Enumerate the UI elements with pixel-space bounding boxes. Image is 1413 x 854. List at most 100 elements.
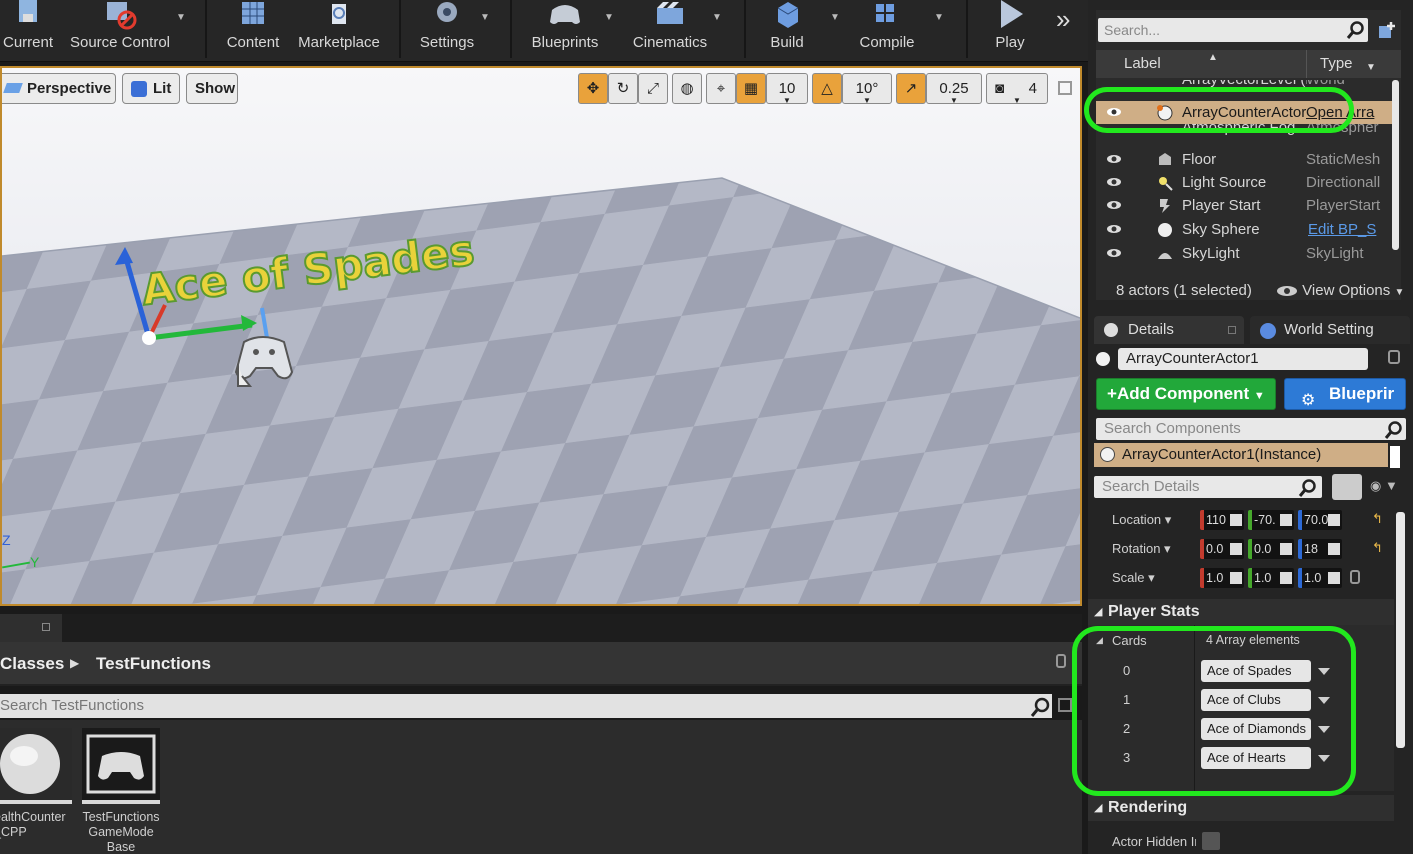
toolbar-overflow-icon[interactable]: » <box>1056 4 1070 35</box>
add-component-button[interactable]: +Add Component ▼ <box>1096 378 1276 410</box>
outliner-row-light-source[interactable]: Light Source Directionall <box>1096 171 1392 194</box>
edit-blueprint-link[interactable]: Edit BP_S <box>1308 218 1392 241</box>
column-label-header[interactable]: Label <box>1124 50 1161 78</box>
toolbar-label-source-control: Source Control <box>69 34 171 51</box>
lit-label: Lit <box>153 80 172 97</box>
blueprints-button[interactable]: Blueprints <box>524 0 606 60</box>
cinematics-dropdown-icon[interactable]: ▼ <box>712 12 722 23</box>
rotation-snap-toggle[interactable]: △ <box>812 73 842 104</box>
tab-close-icon[interactable] <box>1228 326 1236 334</box>
scale-y-field[interactable]: 1.0 <box>1248 568 1294 588</box>
tab-close-icon[interactable] <box>42 623 50 631</box>
cinematics-button[interactable]: Cinematics <box>628 0 712 60</box>
search-details-input[interactable]: Search Details <box>1094 476 1322 498</box>
show-button[interactable]: Show <box>186 73 238 104</box>
breadcrumb-classes[interactable]: Classes <box>0 654 64 674</box>
rotation-x-field[interactable]: 0.0 <box>1200 539 1244 559</box>
source-control-dropdown-icon[interactable]: ▼ <box>176 12 186 23</box>
visibility-eye-icon[interactable] <box>1106 154 1122 164</box>
build-button[interactable]: Build <box>758 0 816 60</box>
scale-lock-icon[interactable] <box>1350 570 1360 584</box>
outliner-row-floor[interactable]: Floor StaticMesh <box>1096 148 1392 171</box>
asset-tile-healthcounter[interactable]: ealthCounter _CPP <box>0 728 72 840</box>
lit-button[interactable]: Lit <box>122 73 180 104</box>
compile-dropdown-icon[interactable]: ▼ <box>934 12 944 23</box>
search-icon[interactable] <box>1030 696 1052 718</box>
details-scrollbar[interactable] <box>1396 512 1405 748</box>
outliner-row-skylight[interactable]: SkyLight SkyLight <box>1096 242 1392 265</box>
save-current-button[interactable]: Current <box>0 0 56 60</box>
source-control-button[interactable]: Source Control <box>64 0 176 60</box>
reset-rotation-icon[interactable]: ↰ <box>1372 540 1383 556</box>
toolbar-separator <box>205 0 207 58</box>
visibility-filter-icon[interactable]: ◉ ▼ <box>1370 478 1398 494</box>
outliner-row-sky-sphere[interactable]: Sky Sphere Edit BP_S <box>1096 218 1392 241</box>
location-y-field[interactable]: -70. <box>1248 510 1294 530</box>
search-components-input[interactable]: Search Components <box>1096 418 1406 440</box>
content-browser-tab[interactable] <box>0 614 62 642</box>
scale-tool-button[interactable]: ⤢ <box>638 73 668 104</box>
rotate-tool-button[interactable]: ↻ <box>608 73 638 104</box>
play-button[interactable]: Play <box>980 0 1040 60</box>
visibility-eye-icon[interactable] <box>1106 177 1122 187</box>
build-dropdown-icon[interactable]: ▼ <box>830 12 840 23</box>
perspective-button[interactable]: Perspective <box>2 73 116 104</box>
visibility-eye-icon[interactable] <box>1106 224 1122 234</box>
component-instance-row[interactable]: ArrayCounterActor1(Instance) <box>1094 443 1388 467</box>
rendering-category[interactable]: ◢ Rendering <box>1088 795 1394 821</box>
content-search-input[interactable]: Search TestFunctions <box>0 694 1052 718</box>
grid-snap-value[interactable]: 10 ▼ <box>766 73 808 105</box>
column-divider[interactable] <box>1306 50 1307 78</box>
rotation-y-field[interactable]: 0.0 <box>1248 539 1294 559</box>
outliner-search-input[interactable]: Search... <box>1098 18 1368 42</box>
maximize-viewport-icon[interactable] <box>1058 81 1072 95</box>
asset-tile-testfunctions-gamemode[interactable]: TestFunctions GameMode Base <box>82 728 160 854</box>
gamepad-actor-icon[interactable] <box>224 324 296 394</box>
rotation-snap-value[interactable]: 10° ▼ <box>842 73 892 105</box>
marketplace-button[interactable]: Marketplace <box>294 0 384 60</box>
reset-location-icon[interactable]: ↰ <box>1372 511 1383 527</box>
visibility-eye-icon[interactable] <box>1106 248 1122 258</box>
camera-speed-button[interactable]: ◙ 4 ▼ <box>986 73 1048 105</box>
blueprints-dropdown-icon[interactable]: ▼ <box>604 12 614 23</box>
column-type-header[interactable]: Type <box>1320 50 1353 78</box>
level-viewport[interactable]: Ace of Spades Z Y Perspective Lit Show ✥… <box>0 66 1082 606</box>
content-button[interactable]: Content <box>220 0 286 60</box>
scale-snap-toggle[interactable]: ↗ <box>896 73 926 104</box>
grid-snap-toggle[interactable]: ▦ <box>736 73 766 104</box>
surface-snap-button[interactable]: ⌖ <box>706 73 736 104</box>
search-icon[interactable] <box>1346 20 1366 40</box>
tab-world-settings[interactable]: World Setting <box>1250 316 1410 344</box>
search-icon[interactable] <box>1384 420 1404 440</box>
blueprint-script-button[interactable]: ⚙ Blueprir <box>1284 378 1406 410</box>
lock-icon[interactable] <box>1056 654 1066 668</box>
location-x-field[interactable]: 110 <box>1200 510 1244 530</box>
tab-details[interactable]: Details <box>1094 316 1244 344</box>
scale-z-field[interactable]: 1.0 <box>1298 568 1342 588</box>
search-icon[interactable] <box>1298 478 1318 498</box>
type-dropdown-icon[interactable]: ▼ <box>1366 54 1376 82</box>
rotation-z-field[interactable]: 18 <box>1298 539 1342 559</box>
outliner-row-player-start[interactable]: Player Start PlayerStart <box>1096 194 1392 217</box>
visibility-eye-icon[interactable] <box>1106 200 1122 210</box>
breadcrumb-chevron-icon[interactable]: ▶ <box>70 656 79 670</box>
settings-button[interactable]: Settings <box>414 0 480 60</box>
actor-name-field[interactable]: ArrayCounterActor1 <box>1118 348 1368 370</box>
components-scrollbar[interactable] <box>1390 446 1400 468</box>
location-z-field[interactable]: 70.0 <box>1298 510 1342 530</box>
player-stats-category[interactable]: ◢ Player Stats <box>1088 599 1394 625</box>
compile-button[interactable]: Compile <box>852 0 922 60</box>
translate-tool-button[interactable]: ✥ <box>578 73 608 104</box>
actor-hidden-checkbox[interactable] <box>1202 832 1220 850</box>
save-all-icon[interactable] <box>1058 698 1072 712</box>
scale-x-field[interactable]: 1.0 <box>1200 568 1244 588</box>
lock-icon[interactable] <box>1388 350 1400 364</box>
property-matrix-icon[interactable] <box>1332 474 1362 500</box>
breadcrumb-testfunctions[interactable]: TestFunctions <box>96 654 211 674</box>
scale-snap-value[interactable]: 0.25 ▼ <box>926 73 982 105</box>
settings-dropdown-icon[interactable]: ▼ <box>480 12 490 23</box>
world-local-toggle[interactable]: ◍ <box>672 73 702 104</box>
view-options-button[interactable]: View Options ▼ <box>1276 282 1404 299</box>
outliner-scrollbar[interactable] <box>1392 80 1399 250</box>
add-actor-icon[interactable] <box>1376 20 1398 40</box>
